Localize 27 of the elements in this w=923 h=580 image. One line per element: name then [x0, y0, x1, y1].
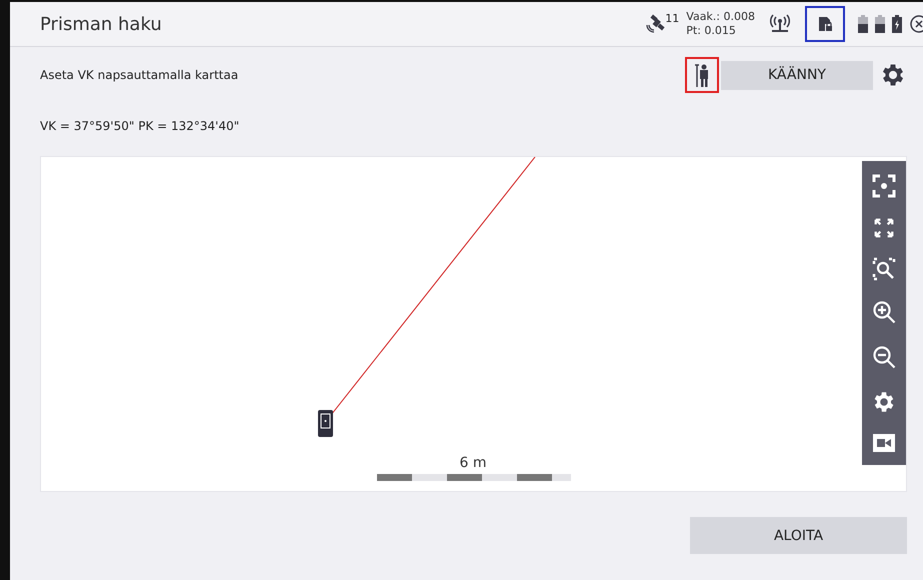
window-title: Prisman haku: [40, 14, 162, 34]
zoom-in-icon[interactable]: [872, 300, 896, 326]
angles-text: VK = 37°59'50" PK = 132°34'40": [40, 119, 240, 133]
battery-icon[interactable]: [858, 15, 868, 33]
battery-icon[interactable]: [875, 15, 885, 33]
zoom-extents-icon[interactable]: [873, 216, 895, 239]
satellite-icon[interactable]: [644, 13, 666, 35]
precision-value: Vaak.: 0.008: [686, 10, 755, 24]
close-icon[interactable]: [909, 14, 923, 34]
lock-icon: [818, 16, 832, 32]
instruction-text: Aseta VK napsauttamalla karttaa: [40, 68, 238, 82]
controller-lock-button[interactable]: [805, 6, 845, 42]
zoom-out-icon[interactable]: [872, 344, 896, 371]
charging-battery-icon[interactable]: [892, 15, 902, 33]
turn-button[interactable]: KÄÄNNY: [721, 60, 873, 90]
surveyor-icon: [694, 63, 710, 87]
radio-icon[interactable]: [768, 13, 792, 35]
satellite-count: 11: [665, 12, 680, 25]
focus-icon[interactable]: [872, 174, 896, 198]
video-camera-icon[interactable]: [873, 434, 895, 452]
precision-value: Pt: 0.015: [686, 24, 737, 38]
scale-label: 6 m: [460, 455, 486, 471]
target-height-button[interactable]: [685, 57, 719, 93]
map-panel[interactable]: 6 m: [40, 156, 907, 492]
start-button[interactable]: ALOITA: [690, 517, 907, 554]
zoom-area-icon[interactable]: [872, 257, 896, 282]
instrument-icon: [318, 410, 333, 437]
